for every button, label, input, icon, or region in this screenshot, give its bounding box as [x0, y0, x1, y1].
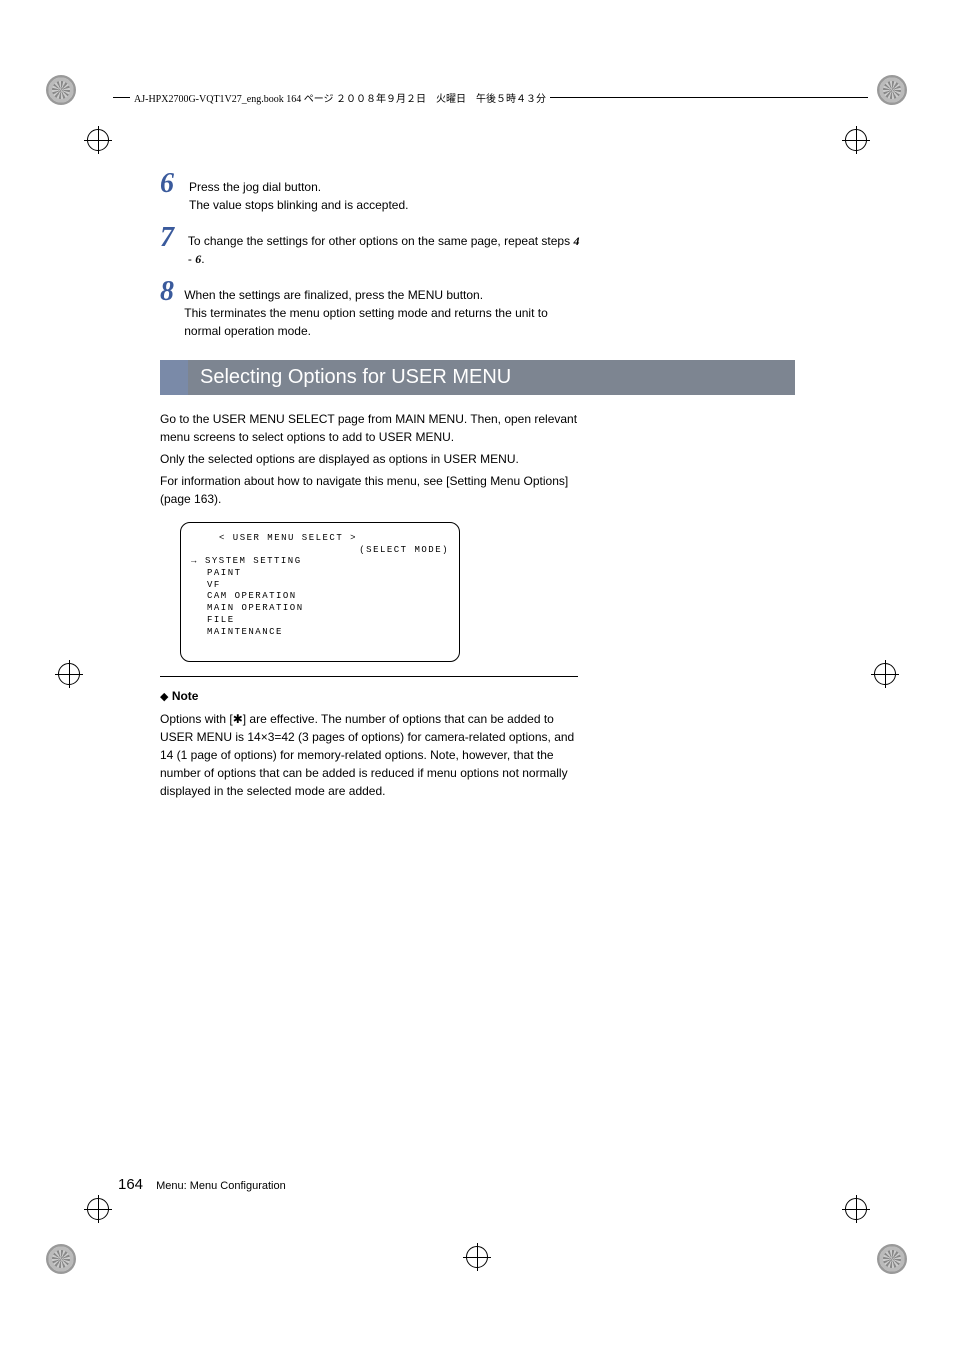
- menu-screen: < USER MENU SELECT > (SELECT MODE) →SYST…: [180, 522, 460, 662]
- step-text: Press the jog dial button. The value sto…: [189, 170, 408, 214]
- step-number: 7: [160, 224, 183, 252]
- step-6: 6 Press the jog dial button. The value s…: [160, 170, 580, 214]
- step-text: To change the settings for other options…: [188, 224, 580, 268]
- crop-corner-bl: [46, 1244, 76, 1274]
- separator-rule: [160, 676, 578, 677]
- menu-item: CAM OPERATION: [207, 591, 449, 603]
- menu-item: MAIN OPERATION: [207, 603, 449, 615]
- step-line: This terminates the menu option setting …: [184, 306, 548, 338]
- menu-item-label: MAIN OPERATION: [207, 603, 304, 613]
- registration-mark-left-mid: [55, 660, 83, 688]
- step-8: 8 When the settings are finalized, press…: [160, 278, 580, 340]
- registration-mark-right-mid: [871, 660, 899, 688]
- menu-item-label: PAINT: [207, 568, 242, 578]
- crop-corner-tl: [46, 75, 76, 105]
- registration-mark-right-bot: [842, 1195, 870, 1223]
- inline-step-ref: 4: [573, 234, 579, 248]
- menu-item-label: VF: [207, 580, 221, 590]
- step-text: When the settings are finalized, press t…: [184, 278, 580, 340]
- intro-paragraph: Only the selected options are displayed …: [160, 450, 580, 468]
- menu-item: PAINT: [207, 568, 449, 580]
- registration-mark-right-top: [842, 126, 870, 154]
- registration-mark-bottom-center: [463, 1243, 491, 1271]
- step-7: 7 To change the settings for other optio…: [160, 224, 580, 268]
- registration-mark-left-top: [84, 126, 112, 154]
- step-line: When the settings are finalized, press t…: [184, 288, 483, 302]
- menu-title: < USER MENU SELECT >: [219, 533, 449, 545]
- step-line: The value stops blinking and is accepted…: [189, 198, 408, 212]
- note-label: Note: [172, 689, 199, 703]
- crop-corner-tr: [877, 75, 907, 105]
- section-header-accent: [160, 360, 188, 395]
- crop-corner-br: [877, 1244, 907, 1274]
- main-content: 6 Press the jog dial button. The value s…: [160, 170, 580, 804]
- step-number: 8: [160, 278, 179, 306]
- menu-item: VF: [207, 580, 449, 592]
- section-header: Selecting Options for USER MENU: [160, 360, 795, 395]
- note-body: Options with [✱] are effective. The numb…: [160, 710, 580, 800]
- menu-item-label: SYSTEM SETTING: [205, 556, 302, 566]
- intro-paragraph: Go to the USER MENU SELECT page from MAI…: [160, 410, 580, 446]
- registration-mark-left-bot: [84, 1195, 112, 1223]
- menu-item: MAINTENANCE: [207, 627, 449, 639]
- page-footer: 164 Menu: Menu Configuration: [118, 1176, 286, 1193]
- menu-item-label: FILE: [207, 615, 235, 625]
- footer-label: Menu: Menu Configuration: [156, 1180, 286, 1192]
- intro-paragraph: For information about how to navigate th…: [160, 472, 580, 508]
- note-heading: ◆ Note: [160, 687, 580, 706]
- menu-items: →SYSTEM SETTING PAINT VF CAM OPERATION M…: [191, 556, 449, 638]
- section-title: Selecting Options for USER MENU: [188, 360, 795, 395]
- period: .: [201, 252, 204, 266]
- header-filename: AJ-HPX2700G-VQT1V27_eng.book 164 ページ ２００…: [130, 90, 550, 105]
- page-number: 164: [118, 1176, 143, 1193]
- menu-mode: (SELECT MODE): [191, 545, 449, 557]
- arrow-icon: →: [191, 556, 205, 568]
- menu-item-label: CAM OPERATION: [207, 591, 297, 601]
- menu-item: FILE: [207, 615, 449, 627]
- step-number: 6: [160, 170, 184, 198]
- menu-item: →SYSTEM SETTING: [191, 556, 449, 568]
- diamond-icon: ◆: [160, 691, 168, 703]
- step-line: To change the settings for other options…: [188, 234, 574, 248]
- step-line: Press the jog dial button.: [189, 180, 321, 194]
- menu-item-label: MAINTENANCE: [207, 627, 283, 637]
